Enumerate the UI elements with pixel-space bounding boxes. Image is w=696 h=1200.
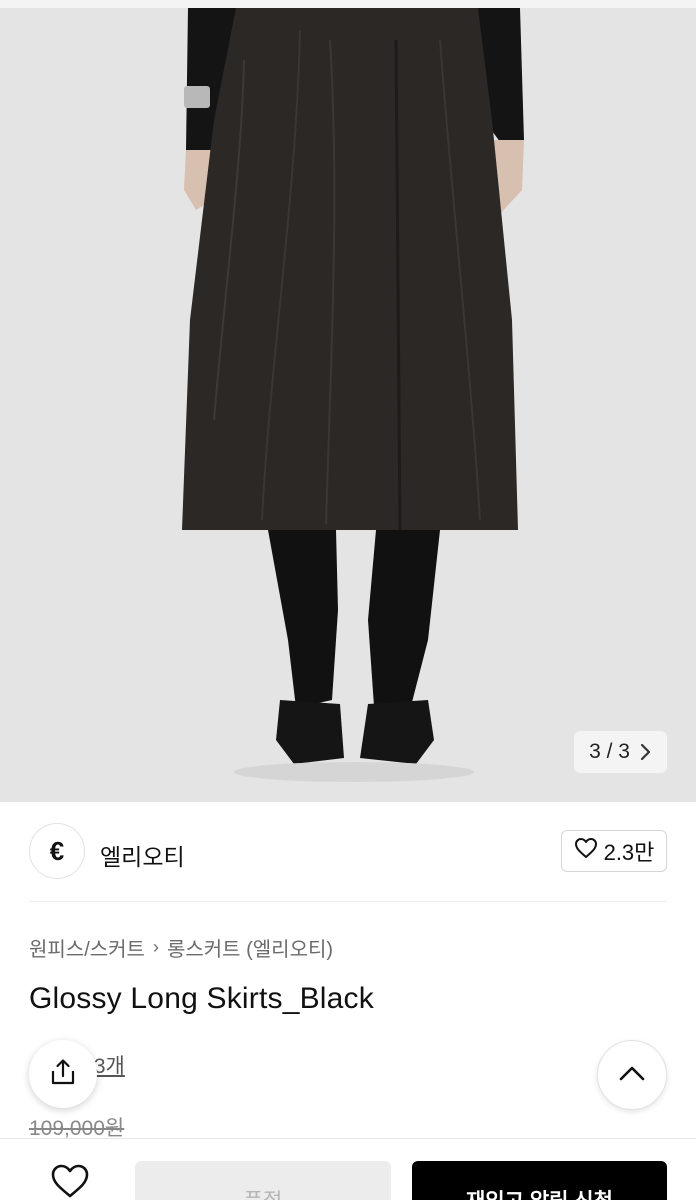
breadcrumb-separator-icon: › xyxy=(152,937,159,957)
chevron-up-icon xyxy=(619,1065,645,1086)
brand-logo[interactable]: € xyxy=(29,823,85,879)
brand-row: € 엘리오티 2.3만 xyxy=(0,802,696,902)
image-pager[interactable]: 3 / 3 xyxy=(574,731,667,773)
product-image[interactable]: 3 / 3 xyxy=(0,0,696,802)
pager-counter: 3 / 3 xyxy=(589,740,630,763)
restock-alert-button[interactable]: 재입고 알림 신청 xyxy=(412,1161,667,1200)
soldout-button: 품절 xyxy=(135,1161,391,1200)
restock-label: 재입고 알림 신청 xyxy=(466,1185,613,1200)
heart-outline-icon xyxy=(50,1164,90,1200)
breadcrumb-subcategory[interactable]: 롱스커트 (엘리오티) xyxy=(167,933,333,962)
breadcrumb: 원피스/스커트 › 롱스커트 (엘리오티) xyxy=(29,933,333,962)
like-count: 2.3만 xyxy=(603,840,655,865)
section-divider xyxy=(29,901,667,902)
scroll-top-button[interactable] xyxy=(597,1040,667,1110)
heart-outline-icon xyxy=(574,837,598,865)
share-button[interactable] xyxy=(29,1040,97,1108)
product-photo xyxy=(0,0,696,802)
brand-name[interactable]: 엘리오티 xyxy=(100,838,185,872)
soldout-label: 품절 xyxy=(244,1185,283,1200)
bottom-action-bar: 품절 재입고 알림 신청 xyxy=(0,1138,696,1200)
share-icon xyxy=(48,1057,78,1092)
brand-logo-letter: € xyxy=(49,835,65,866)
chevron-right-icon[interactable] xyxy=(640,743,652,761)
breadcrumb-category[interactable]: 원피스/스커트 xyxy=(29,933,145,962)
brand-like-button[interactable]: 2.3만 xyxy=(561,830,667,872)
wishlist-button[interactable] xyxy=(50,1163,90,1200)
product-title: Glossy Long Skirts_Black xyxy=(29,982,374,1015)
